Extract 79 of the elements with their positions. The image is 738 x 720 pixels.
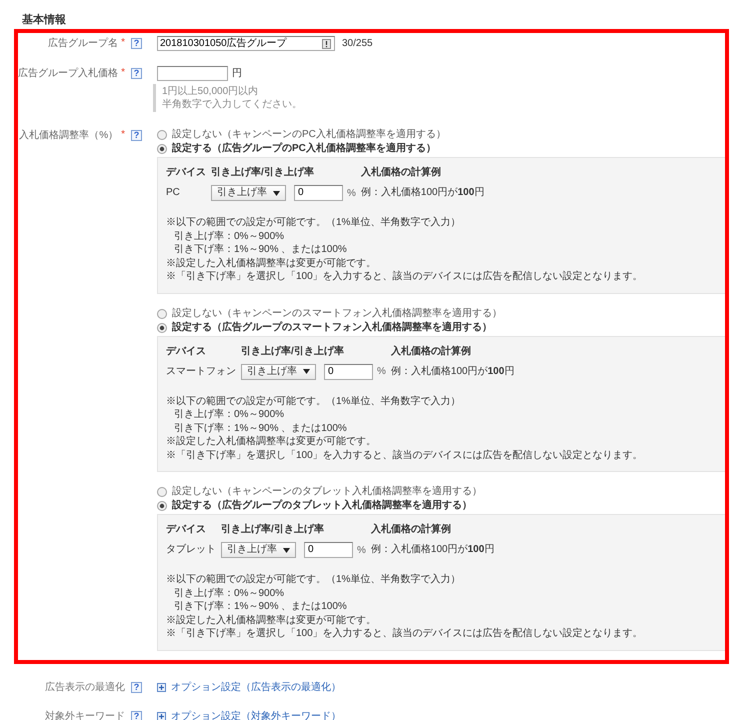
field-label: 広告表示の最適化 (45, 680, 125, 694)
note-text: ※以下の範囲での設定が可能です。（1%単位、半角数字で入力） (166, 394, 460, 408)
help-button[interactable]: ? (131, 68, 142, 79)
required-mark: * (121, 129, 125, 141)
radio-button[interactable] (157, 322, 167, 332)
caret-icon (283, 548, 290, 552)
section-heading: 基本情報 (22, 14, 66, 26)
column-header: 引き上げ率/引き上げ率 (211, 166, 314, 180)
field-label: 広告グループ名 (48, 36, 118, 51)
note-text: ※設定した入札価格調整率は変更が可能です。 (166, 256, 376, 270)
range-text: 引き上げ率：0%～900% (174, 586, 284, 600)
rate-input[interactable]: 0 (294, 185, 343, 201)
column-header: 引き上げ率/引き上げ率 (221, 523, 324, 537)
exclamation-icon (322, 38, 331, 48)
rate-input[interactable]: 0 (304, 542, 353, 558)
text-input[interactable]: 201810301050広告グループ (157, 36, 335, 51)
radio-button[interactable] (157, 487, 167, 497)
required-mark: * (121, 37, 125, 49)
rate-select[interactable]: 引き上げ率 (221, 542, 296, 558)
hint-text: 1円以上50,000円以内 (162, 85, 258, 98)
help-button[interactable]: ? (131, 710, 142, 720)
column-header: デバイス (166, 344, 206, 358)
caret-icon (273, 190, 280, 196)
field-label: 入札価格調整率（%） (19, 128, 118, 143)
unit-label: % (377, 365, 386, 379)
required-mark: * (121, 67, 125, 79)
device-name: PC (166, 186, 180, 200)
radio-label[interactable]: 設定する（広告グループのPC入札価格調整率を適用する） (172, 142, 436, 156)
note-text: ※以下の範囲での設定が可能です。（1%単位、半角数字で入力） (166, 216, 460, 230)
unit-label: % (347, 186, 356, 200)
device-name: スマートフォン (166, 364, 236, 378)
expand-icon[interactable] (157, 712, 166, 720)
radio-label[interactable]: 設定する（広告グループのスマートフォン入札価格調整率を適用する） (172, 320, 492, 334)
range-text: 引き下げ率：1%～90% 、または100% (174, 600, 347, 614)
rate-select[interactable]: 引き上げ率 (211, 185, 286, 201)
rate-input[interactable]: 0 (324, 364, 373, 380)
radio-button[interactable] (157, 130, 167, 140)
radio-label[interactable]: 設定する（広告グループのタブレット入札価格調整率を適用する） (172, 499, 472, 513)
help-button[interactable]: ? (131, 38, 142, 49)
device-name: タブレット (166, 542, 216, 557)
note-text: ※「引き下げ率」を選択し「100」を入力すると、該当のデバイスには広告を配信しない設定となります。 (166, 448, 643, 462)
calc-example: 例：入札価格100円が100円 (370, 542, 494, 557)
radio-label[interactable]: 設定しない（キャンペーンのPC入札価格調整率を適用する） (172, 128, 446, 142)
column-header: 入札価格の計算例 (370, 523, 451, 537)
rate-select[interactable]: 引き上げ率 (241, 364, 316, 380)
hint-text: 半角数字で入力してください。 (162, 98, 302, 111)
price-input[interactable] (157, 66, 228, 81)
note-text: ※設定した入札価格調整率は変更が可能です。 (166, 435, 376, 448)
column-header: 入札価格の計算例 (390, 344, 471, 358)
radio-button[interactable] (157, 501, 167, 511)
range-text: 引き下げ率：1%～90% 、または100% (174, 243, 347, 256)
radio-button[interactable] (157, 144, 167, 154)
column-header: デバイス (166, 523, 206, 537)
unit-label: % (357, 544, 366, 558)
calc-example: 例：入札価格100円が100円 (360, 186, 484, 200)
calc-example: 例：入札価格100円が100円 (390, 364, 514, 378)
radio-label[interactable]: 設定しない（キャンペーンのスマートフォン入札価格調整率を適用する） (172, 306, 502, 320)
note-text: ※「引き下げ率」を選択し「100」を入力すると、該当のデバイスには広告を配信しない設定となります。 (166, 270, 643, 284)
expand-icon[interactable] (157, 682, 166, 692)
char-counter: 30/255 (342, 37, 373, 51)
field-label: 対象外キーワード (45, 710, 125, 720)
range-text: 引き上げ率：0%～900% (174, 230, 284, 243)
caret-icon (303, 369, 310, 374)
field-label: 広告グループ入札価格 (18, 66, 118, 81)
note-text: ※設定した入札価格調整率は変更が可能です。 (166, 614, 376, 627)
radio-button[interactable] (157, 308, 167, 318)
option-link[interactable]: オプション設定（対象外キーワード） (171, 708, 341, 720)
note-text: ※「引き下げ率」を選択し「100」を入力すると、該当のデバイスには広告を配信しない設定となります。 (166, 627, 643, 640)
range-text: 引き上げ率：0%～900% (174, 408, 284, 422)
help-button[interactable]: ? (131, 682, 142, 692)
option-link[interactable]: オプション設定（広告表示の最適化） (171, 680, 341, 694)
help-button[interactable]: ? (131, 130, 142, 141)
column-header: 入札価格の計算例 (360, 166, 441, 180)
note-text: ※以下の範囲での設定が可能です。（1%単位、半角数字で入力） (166, 573, 460, 586)
unit-label: 円 (232, 67, 242, 81)
column-header: 引き上げ率/引き上げ率 (241, 344, 344, 358)
range-text: 引き下げ率：1%～90% 、または100% (174, 422, 347, 435)
column-header: デバイス (166, 166, 206, 180)
radio-label[interactable]: 設定しない（キャンペーンのタブレット入札価格調整率を適用する） (172, 485, 482, 499)
